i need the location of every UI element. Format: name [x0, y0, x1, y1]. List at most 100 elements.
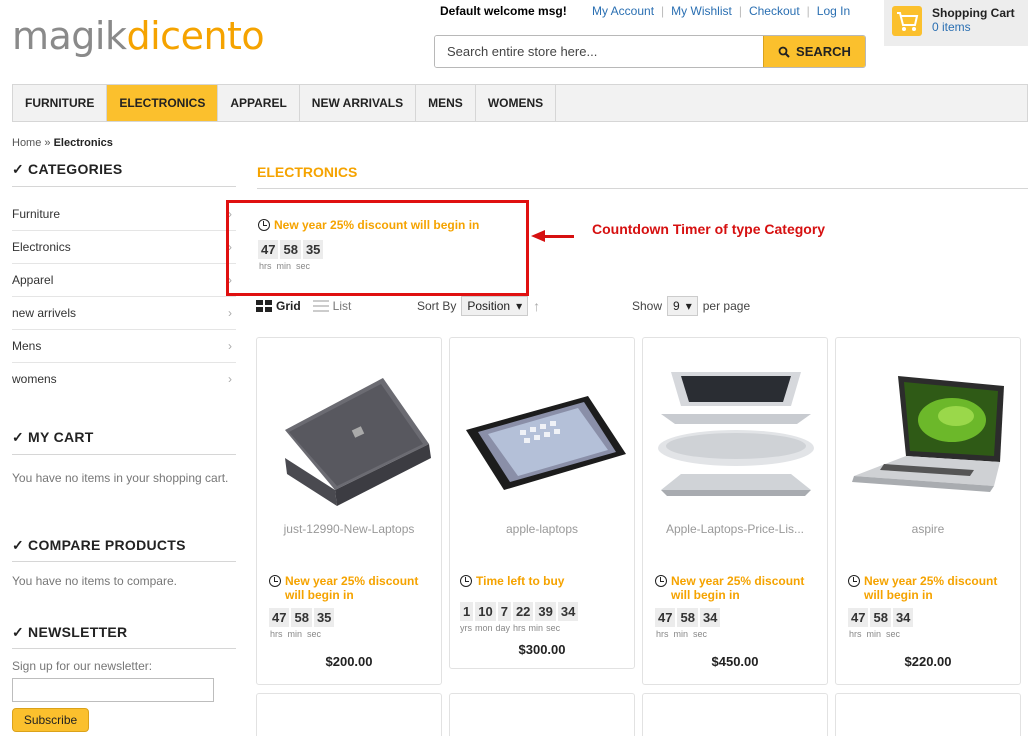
- nav-womens[interactable]: WOMENS: [476, 85, 557, 121]
- grid-view-icon[interactable]: [256, 300, 272, 312]
- timer-title-text: New year 25% discount will begin in: [671, 574, 805, 602]
- newsletter-heading: ✓ NEWSLETTER: [12, 624, 127, 641]
- timer-units: hrs min sec: [848, 629, 1013, 639]
- timer-unit: min: [866, 629, 882, 639]
- timer-title: New year 25% discount will begin in: [269, 574, 434, 602]
- breadcrumb-separator: »: [44, 137, 51, 149]
- store-logo[interactable]: magikdicento: [12, 6, 265, 66]
- per-page-value: 9: [673, 299, 680, 313]
- nav-apparel[interactable]: APPAREL: [218, 85, 300, 121]
- product-card[interactable]: [642, 693, 828, 736]
- product-card[interactable]: Apple-Laptops-Price-Lis... New year 25% …: [642, 337, 828, 685]
- search-icon: [778, 46, 790, 58]
- breadcrumb-home[interactable]: Home: [12, 137, 41, 149]
- timer-years: 1: [460, 602, 474, 621]
- timer-digits: 47 58 35: [269, 608, 434, 627]
- my-account-link[interactable]: My Account: [592, 4, 654, 18]
- timer-unit: sec: [307, 629, 322, 639]
- timer-minutes: 58: [291, 608, 312, 627]
- link-separator: |: [661, 4, 665, 18]
- product-countdown-timer: Time left to buy 1 10 7 22 39 34 yrs mon…: [460, 574, 630, 633]
- category-item-womens[interactable]: womens ›: [12, 363, 236, 396]
- product-countdown-timer: New year 25% discount will begin in 47 5…: [848, 574, 1013, 639]
- clock-icon: [655, 575, 667, 587]
- category-item-furniture[interactable]: Furniture ›: [12, 198, 236, 231]
- sort-by-value: Position: [467, 299, 511, 313]
- nav-furniture[interactable]: FURNITURE: [13, 85, 108, 121]
- timer-minutes: 58: [677, 608, 698, 627]
- product-card[interactable]: [449, 693, 635, 736]
- nav-new-arrivals[interactable]: NEW ARRIVALS: [300, 85, 417, 121]
- subscribe-button[interactable]: Subscribe: [12, 708, 89, 732]
- my-wishlist-link[interactable]: My Wishlist: [671, 4, 732, 18]
- categories-heading-text: CATEGORIES: [28, 161, 123, 177]
- list-view-icon[interactable]: [312, 300, 329, 312]
- cart-count[interactable]: 0 items: [932, 20, 1015, 34]
- sort-by-control: Sort By Position ▾ ↑: [417, 296, 540, 316]
- link-separator: |: [806, 4, 810, 18]
- checkmark-icon: ✓: [12, 624, 25, 640]
- clock-icon: [848, 575, 860, 587]
- product-name[interactable]: apple-laptops: [450, 522, 634, 536]
- timer-digits: 47 58 34: [848, 608, 1013, 627]
- my-cart-heading: ✓ MY CART: [12, 429, 94, 446]
- timer-unit: hrs: [656, 629, 669, 639]
- shopping-cart-widget[interactable]: Shopping Cart 0 items: [884, 0, 1028, 46]
- login-link[interactable]: Log In: [817, 4, 850, 18]
- product-image[interactable]: [844, 358, 1014, 508]
- category-label: womens: [12, 372, 57, 386]
- product-image[interactable]: [458, 358, 628, 508]
- timer-unit: min: [287, 629, 303, 639]
- show-label: Show: [632, 299, 663, 313]
- search-input[interactable]: [435, 36, 763, 67]
- timer-unit: min: [673, 629, 689, 639]
- timer-unit: sec: [546, 623, 561, 633]
- product-image[interactable]: [651, 350, 821, 510]
- timer-days: 7: [497, 602, 511, 621]
- my-cart-heading-text: MY CART: [28, 429, 94, 445]
- product-name[interactable]: aspire: [836, 522, 1020, 536]
- category-item-mens[interactable]: Mens ›: [12, 330, 236, 363]
- divider: [12, 648, 236, 649]
- product-countdown-timer: New year 25% discount will begin in 47 5…: [655, 574, 820, 639]
- chevron-right-icon: ›: [228, 339, 232, 353]
- product-name[interactable]: just-12990-New-Laptops: [257, 522, 441, 536]
- timer-title-text: Time left to buy: [476, 574, 565, 588]
- newsletter-email-input[interactable]: [12, 678, 214, 702]
- search-button[interactable]: SEARCH: [763, 36, 865, 67]
- category-item-apparel[interactable]: Apparel ›: [12, 264, 236, 297]
- timer-unit: hrs: [513, 623, 526, 633]
- timer-digits: 47 58 34: [655, 608, 820, 627]
- product-name[interactable]: Apple-Laptops-Price-Lis...: [643, 522, 827, 536]
- timer-unit: hrs: [270, 629, 283, 639]
- timer-title: New year 25% discount will begin in: [655, 574, 820, 602]
- per-page-select[interactable]: 9 ▾: [667, 296, 698, 316]
- checkout-link[interactable]: Checkout: [749, 4, 800, 18]
- sort-direction-icon[interactable]: ↑: [533, 298, 540, 314]
- grid-view-label[interactable]: Grid: [276, 299, 301, 313]
- timer-seconds: 35: [313, 608, 335, 627]
- nav-electronics[interactable]: ELECTRONICS: [107, 85, 219, 121]
- product-price: $220.00: [904, 654, 952, 669]
- nav-mens[interactable]: MENS: [416, 85, 476, 121]
- product-card[interactable]: [256, 693, 442, 736]
- category-item-electronics[interactable]: Electronics ›: [12, 231, 236, 264]
- product-card[interactable]: just-12990-New-Laptops New year 25% disc…: [256, 337, 442, 685]
- product-card[interactable]: apple-laptops Time left to buy 1 10 7 22…: [449, 337, 635, 669]
- timer-unit: min: [528, 623, 544, 633]
- list-view-label[interactable]: List: [333, 299, 352, 313]
- compare-products-heading: ✓ COMPARE PRODUCTS: [12, 537, 186, 554]
- divider: [12, 186, 236, 187]
- product-card[interactable]: aspire New year 25% discount will begin …: [835, 337, 1021, 685]
- product-price: $300.00: [518, 642, 566, 657]
- categories-heading: ✓ CATEGORIES: [12, 161, 123, 178]
- logo-text-part1: magik: [12, 14, 127, 58]
- timer-hours: 47: [655, 608, 676, 627]
- category-item-new-arrivals[interactable]: new arrivels ›: [12, 297, 236, 330]
- sort-by-select[interactable]: Position ▾: [461, 296, 529, 316]
- logo-text-part2: dicento: [126, 14, 265, 58]
- annotation-arrow-icon: [531, 230, 545, 242]
- product-image[interactable]: [265, 358, 435, 508]
- category-label: Furniture: [12, 207, 61, 221]
- product-card[interactable]: [835, 693, 1021, 736]
